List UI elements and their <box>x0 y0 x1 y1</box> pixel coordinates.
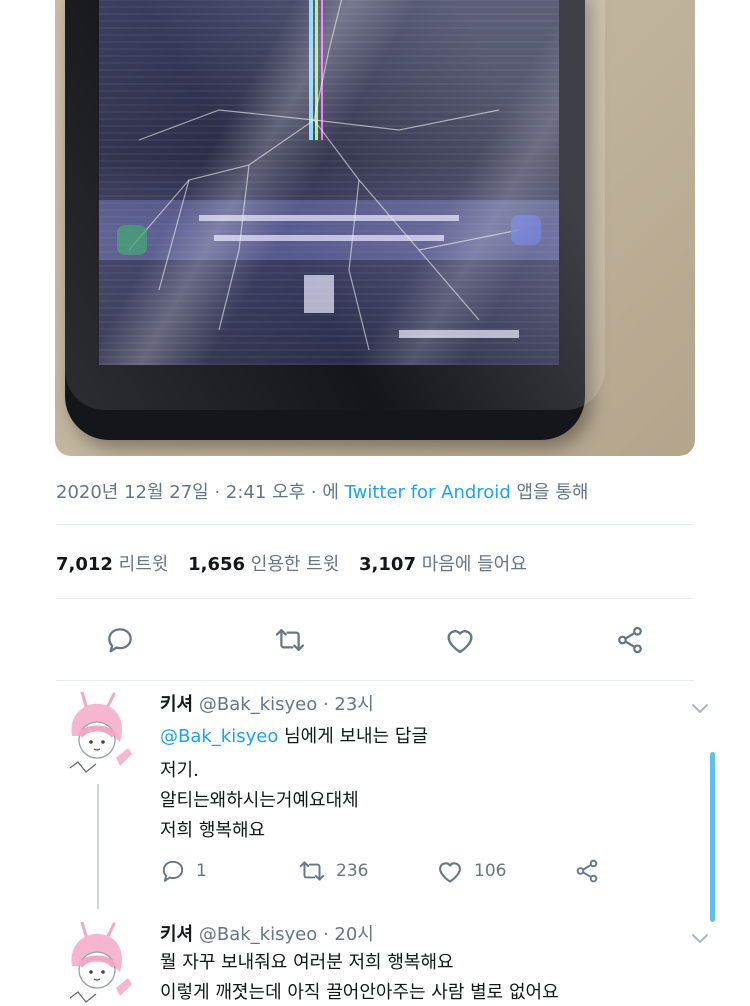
reply-time: · 23시 <box>322 694 374 715</box>
tweet-client-suffix: 앱을 통해 <box>510 482 589 503</box>
divider <box>56 680 694 681</box>
reply-header: 키셔 @Bak_kisyeo · 23시 <box>160 692 670 718</box>
like-button[interactable]: 106 <box>436 856 506 886</box>
avatar[interactable] <box>56 922 140 1006</box>
like-icon <box>447 630 473 654</box>
reply-text: 뭘 자꾸 보내줘요 여러분 저희 행복해요 이렇게 깨졋는데 아직 끌어안아주는… <box>160 948 670 1006</box>
reply-button[interactable]: 1 <box>160 856 207 886</box>
reply-time: · 20시 <box>322 924 374 945</box>
thread-line <box>97 784 99 909</box>
replying-to: @Bak_kisyeo 님에게 보내는 답글 <box>160 722 670 752</box>
chevron-down-icon[interactable] <box>688 696 712 720</box>
like-icon <box>439 862 461 883</box>
retweets-label: 리트윗 <box>118 554 169 575</box>
reply-button[interactable] <box>98 618 142 662</box>
user-handle[interactable]: @Bak_kisyeo <box>199 694 317 715</box>
reply-text-line: 뭘 자꾸 보내줘요 여러분 저희 행복해요 <box>160 952 454 973</box>
likes-stat[interactable]: 3,107 마음에 들어요 <box>359 554 527 575</box>
reply-text-line: 저희 행복해요 <box>160 820 266 841</box>
tweet-action-bar <box>56 618 694 662</box>
share-button[interactable] <box>574 856 600 886</box>
likes-count: 3,107 <box>359 554 416 575</box>
tweet-client-link[interactable]: Twitter for Android <box>345 482 511 503</box>
reply-text: 저기. 알티는왜하시는거예요대체 저희 행복해요 <box>160 756 670 846</box>
display-name[interactable]: 키셔 <box>160 924 193 945</box>
likes-label: 마음에 들어요 <box>421 554 527 575</box>
tweet-photo[interactable] <box>55 0 695 456</box>
retweets-stat[interactable]: 7,012 리트윗 <box>56 554 168 575</box>
like-count: 106 <box>474 861 507 881</box>
avatar[interactable] <box>56 692 140 776</box>
retweet-icon <box>299 861 325 881</box>
quotes-label: 인용한 트윗 <box>250 554 340 575</box>
share-icon <box>618 626 642 654</box>
reply-count: 1 <box>196 861 207 881</box>
chevron-down-icon[interactable] <box>688 926 712 950</box>
retweet-button[interactable]: 236 <box>298 856 368 886</box>
reply-header: 키셔 @Bak_kisyeo · 20시 <box>160 922 670 948</box>
reply-body: 키셔 @Bak_kisyeo · 20시 뭘 자꾸 보내줘요 여러분 저희 행복… <box>160 922 670 1006</box>
like-button[interactable] <box>438 618 482 662</box>
reply-text-line: 이렇게 깨졋는데 아직 끌어안아주는 사람 별로 없어요 <box>160 982 559 1003</box>
quotes-stat[interactable]: 1,656 인용한 트윗 <box>188 554 339 575</box>
cracked-phone-image <box>65 0 605 440</box>
mention-link[interactable]: @Bak_kisyeo <box>160 726 278 747</box>
reply-text-line: 알티는왜하시는거예요대체 <box>160 790 359 811</box>
replying-to-suffix: 님에게 보내는 답글 <box>278 726 429 747</box>
retweets-count: 7,012 <box>56 554 113 575</box>
divider <box>56 524 694 525</box>
retweet-count: 236 <box>336 861 369 881</box>
reply-text-line: 저기. <box>160 760 199 781</box>
user-handle[interactable]: @Bak_kisyeo <box>199 924 317 945</box>
share-icon <box>576 859 598 883</box>
tweet-stats: 7,012 리트윗 1,656 인용한 트윗 3,107 마음에 들어요 <box>56 550 527 576</box>
scrollbar[interactable] <box>710 752 715 922</box>
reply-tweet[interactable]: 키셔 @Bak_kisyeo · 20시 뭘 자꾸 보내줘요 여러분 저희 행복… <box>56 922 710 1006</box>
display-name[interactable]: 키셔 <box>160 694 193 715</box>
reply-icon <box>162 860 184 882</box>
reply-tweet[interactable]: 키셔 @Bak_kisyeo · 23시 @Bak_kisyeo 님에게 보내는… <box>56 692 712 909</box>
reply-icon <box>108 628 132 653</box>
retweet-icon <box>275 629 305 651</box>
divider <box>56 598 694 599</box>
retweet-button[interactable] <box>268 618 312 662</box>
quotes-count: 1,656 <box>188 554 246 575</box>
share-button[interactable] <box>608 618 652 662</box>
reply-action-bar: 1 236 106 <box>160 856 670 896</box>
tweet-date: 2020년 12월 27일 · 2:41 오후 · 에 <box>56 482 345 503</box>
tweet-timestamp: 2020년 12월 27일 · 2:41 오후 · 에 Twitter for … <box>56 478 588 504</box>
reply-body: 키셔 @Bak_kisyeo · 23시 @Bak_kisyeo 님에게 보내는… <box>160 692 670 896</box>
